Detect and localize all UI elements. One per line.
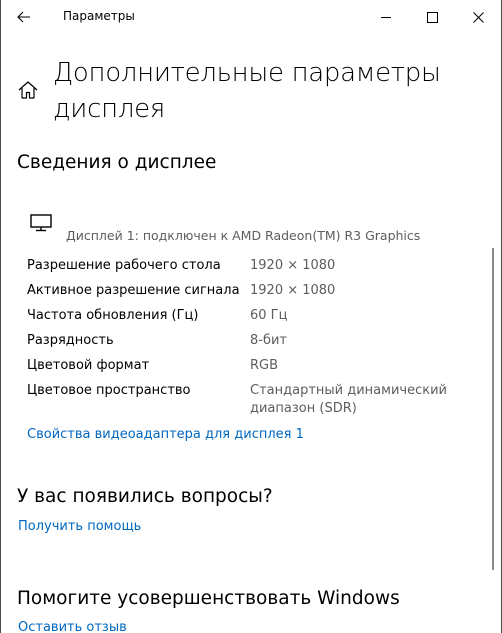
- title-bar[interactable]: Параметры: [1, 0, 501, 34]
- info-label: Цветовое пространство: [27, 383, 191, 398]
- adapter-properties-link[interactable]: Свойства видеоадаптера для дисплея 1: [27, 427, 304, 442]
- monitor-icon: [30, 214, 52, 232]
- give-feedback-link[interactable]: Оставить отзыв: [18, 620, 127, 633]
- close-button[interactable]: [455, 0, 501, 34]
- maximize-button[interactable]: [409, 0, 455, 34]
- home-button[interactable]: [17, 79, 39, 101]
- info-value: 8-бит: [250, 333, 288, 348]
- info-label: Разрядность: [27, 333, 114, 348]
- display-selector: [28, 212, 54, 232]
- info-value: Стандартный динамический диапазон (SDR): [250, 383, 447, 416]
- back-button[interactable]: [7, 2, 41, 32]
- questions-heading: У вас появились вопросы?: [17, 486, 273, 507]
- info-value: 1920 × 1080: [250, 283, 336, 298]
- info-label: Частота обновления (Гц): [27, 308, 199, 323]
- display-info-heading: Сведения о дисплее: [17, 152, 217, 173]
- info-label: Цветовой формат: [27, 358, 150, 373]
- info-value: 1920 × 1080: [250, 258, 336, 273]
- info-value: 60 Гц: [250, 308, 288, 323]
- scrollbar[interactable]: [492, 248, 494, 570]
- app-title: Параметры: [63, 9, 135, 23]
- settings-window: Параметры Дополнительные параметры диспл…: [0, 0, 502, 633]
- minimize-icon: [380, 16, 391, 18]
- maximize-icon: [426, 11, 438, 23]
- get-help-link[interactable]: Получить помощь: [18, 519, 141, 534]
- back-arrow-icon: [17, 11, 30, 23]
- info-label: Активное разрешение сигнала: [27, 283, 240, 298]
- close-icon: [472, 11, 484, 23]
- display-connection-text: Дисплей 1: подключен к AMD Radeon(TM) R3…: [66, 228, 421, 243]
- info-label: Разрешение рабочего стола: [27, 258, 221, 273]
- home-icon: [18, 81, 38, 99]
- minimize-button[interactable]: [363, 0, 409, 34]
- info-value: RGB: [250, 358, 279, 373]
- improve-windows-heading: Помогите усовершенствовать Windows: [17, 588, 400, 609]
- page-title: Дополнительные параметры дисплея: [53, 58, 441, 124]
